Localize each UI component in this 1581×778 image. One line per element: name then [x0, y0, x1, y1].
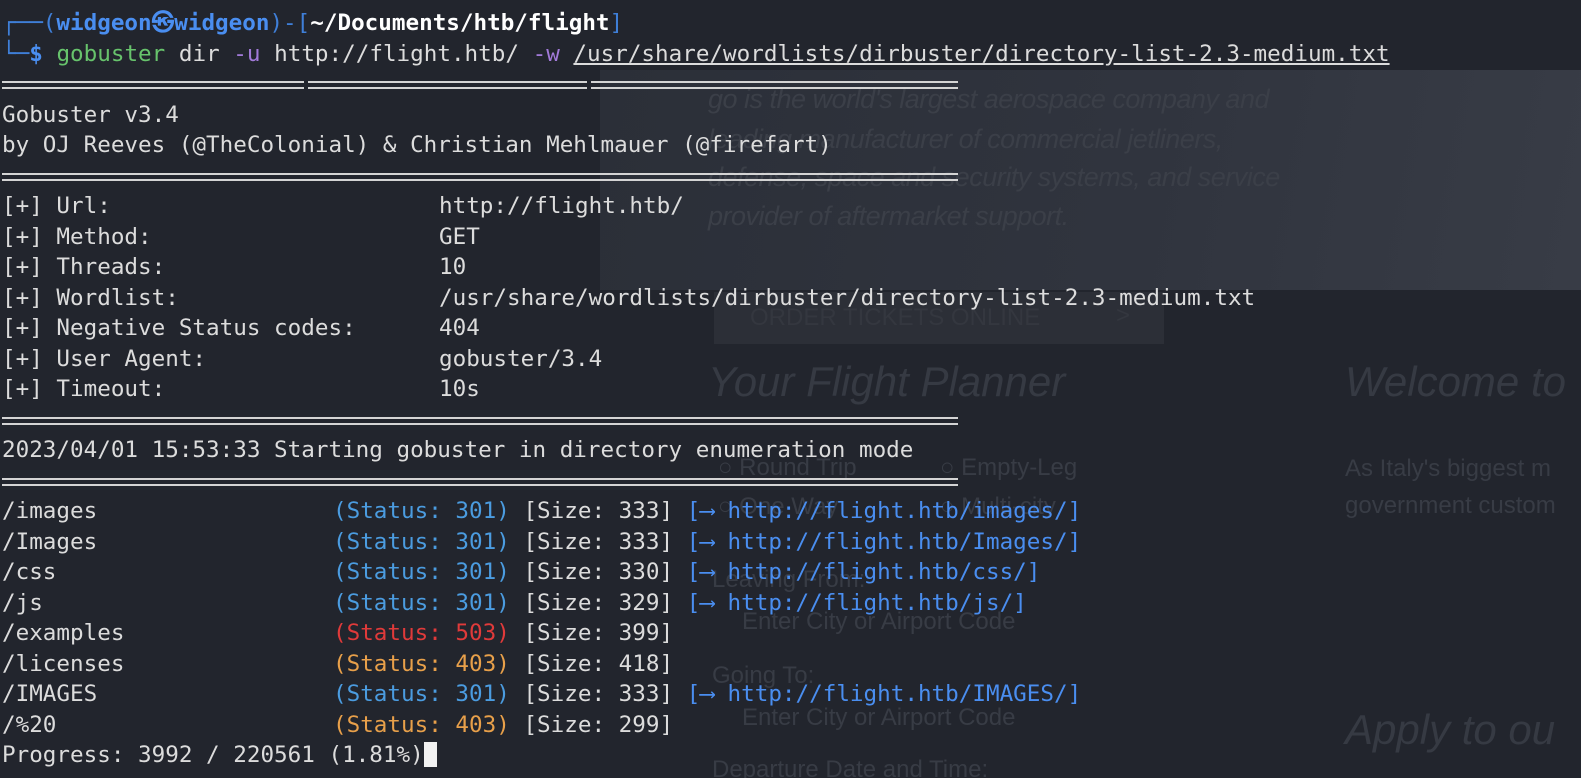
prompt-at-symbol: ㉿	[151, 10, 175, 36]
result-size: [Size: 333]	[523, 681, 674, 707]
prompt-line: ┌──(widgeon㉿widgeon)-[~/Documents/htb/fl…	[2, 8, 1390, 39]
result-path: /IMAGES	[2, 681, 98, 707]
result-status: (Status: 301)	[333, 559, 510, 585]
result-path: /%20	[2, 711, 57, 738]
separator-rule	[2, 69, 1390, 100]
result-row: /licenses (Status: 403) [Size: 418]	[2, 649, 1390, 680]
result-size: [Size: 299]	[523, 711, 674, 738]
config-row: [+] Wordlist: /usr/share/wordlists/dirbus…	[2, 283, 1390, 314]
result-size: [Size: 399]	[523, 620, 674, 646]
result-row: /IMAGES (Status: 301) [Size: 333] [⟶ http…	[2, 679, 1390, 710]
prompt-box-bottom: └─	[2, 40, 30, 67]
result-path: /Images	[2, 528, 98, 555]
config-label: [+] Threads:	[2, 254, 166, 280]
result-redirect: [⟶ http://flight.htb/js/]	[686, 589, 1027, 616]
config-row: [+] Timeout: 10s	[2, 374, 1390, 405]
config-label: [+] User Agent:	[2, 345, 207, 372]
result-size: [Size: 333]	[523, 528, 674, 555]
prompt-user: widgeon	[56, 10, 152, 36]
result-size: [Size: 333]	[523, 498, 674, 524]
command-wordlist-path: /usr/share/wordlists/dirbuster/directory…	[573, 40, 1390, 67]
config-value: http://flight.htb/	[439, 193, 684, 219]
config-label: [+] Url:	[2, 193, 111, 219]
result-redirect: [⟶ http://flight.htb/IMAGES/]	[686, 681, 1082, 707]
result-status: (Status: 301)	[333, 681, 510, 707]
command-subcommand: dir	[178, 40, 220, 67]
result-path: /licenses	[2, 650, 125, 677]
result-path: /js	[2, 589, 43, 616]
prompt-end: ]	[609, 10, 624, 36]
config-value: GET	[439, 223, 480, 250]
result-row: /examples (Status: 503) [Size: 399]	[2, 618, 1390, 649]
result-status: (Status: 301)	[333, 528, 510, 555]
prompt-cwd: ~/Documents/htb/flight	[310, 10, 610, 36]
separator-rule	[2, 466, 1390, 497]
config-value: 404	[439, 315, 480, 341]
result-status: (Status: 403)	[333, 650, 510, 677]
prompt-box-top: ┌──(	[2, 10, 57, 36]
command-line: └─$ gobuster dir -u http://flight.htb/ -…	[2, 39, 1390, 70]
banner-authors: by OJ Reeves (@TheColonial) & Christian …	[2, 132, 832, 158]
command-url: http://flight.htb/	[274, 40, 519, 67]
prompt-host: widgeon	[174, 10, 270, 36]
config-label: [+] Timeout:	[2, 376, 166, 402]
prompt-dollar: $	[29, 40, 43, 67]
config-label: [+] Wordlist:	[2, 284, 179, 311]
result-row: /images (Status: 301) [Size: 333] [⟶ http…	[2, 496, 1390, 527]
result-row: /js (Status: 301) [Size: 329] [⟶ http://f…	[2, 588, 1390, 619]
terminal-output[interactable]: ┌──(widgeon㉿widgeon)-[~/Documents/htb/fl…	[2, 8, 1390, 771]
config-value: gobuster/3.4	[439, 345, 603, 372]
result-status: (Status: 403)	[333, 711, 510, 738]
command-program: gobuster	[56, 40, 166, 67]
result-row: /Images (Status: 301) [Size: 333] [⟶ http…	[2, 527, 1390, 558]
result-row: /%20 (Status: 403) [Size: 299]	[2, 710, 1390, 741]
config-value: 10	[439, 254, 467, 280]
config-label: [+] Method:	[2, 223, 152, 250]
result-status: (Status: 301)	[333, 589, 510, 616]
result-redirect: [⟶ http://flight.htb/Images/]	[686, 528, 1082, 555]
progress-text: Progress: 3992 / 220561 (1.81%)	[2, 742, 424, 768]
command-flag-w: -w	[532, 40, 560, 67]
separator-rule	[2, 161, 1390, 192]
config-row: [+] Threads: 10	[2, 252, 1390, 283]
config-row: [+] Method: GET	[2, 222, 1390, 253]
config-value: 10s	[439, 376, 480, 402]
config-row: [+] User Agent: gobuster/3.4	[2, 344, 1390, 375]
result-path: /images	[2, 498, 98, 524]
result-row: /css (Status: 301) [Size: 330] [⟶ http://…	[2, 557, 1390, 588]
result-path: /examples	[2, 620, 125, 646]
banner-version: Gobuster v3.4	[2, 101, 179, 128]
result-size: [Size: 330]	[523, 559, 674, 585]
progress-line: Progress: 3992 / 220561 (1.81%)	[2, 740, 1390, 771]
prompt-separator: )-[	[269, 10, 311, 36]
result-status: (Status: 301)	[333, 498, 510, 524]
config-value: /usr/share/wordlists/dirbuster/directory…	[439, 284, 1256, 311]
result-path: /css	[2, 559, 57, 585]
config-row: [+] Negative Status codes: 404	[2, 313, 1390, 344]
result-status: (Status: 503)	[333, 620, 510, 646]
config-row: [+] Url: http://flight.htb/	[2, 191, 1390, 222]
result-size: [Size: 329]	[523, 589, 674, 616]
command-flag-u: -u	[233, 40, 261, 67]
start-message: 2023/04/01 15:53:33 Starting gobuster in…	[2, 437, 914, 463]
config-label: [+] Negative Status codes:	[2, 315, 356, 341]
result-size: [Size: 418]	[523, 650, 674, 677]
separator-rule	[2, 405, 1390, 436]
result-redirect: [⟶ http://flight.htb/css/]	[686, 559, 1041, 585]
terminal-cursor	[423, 742, 437, 767]
result-redirect: [⟶ http://flight.htb/images/]	[686, 498, 1082, 524]
